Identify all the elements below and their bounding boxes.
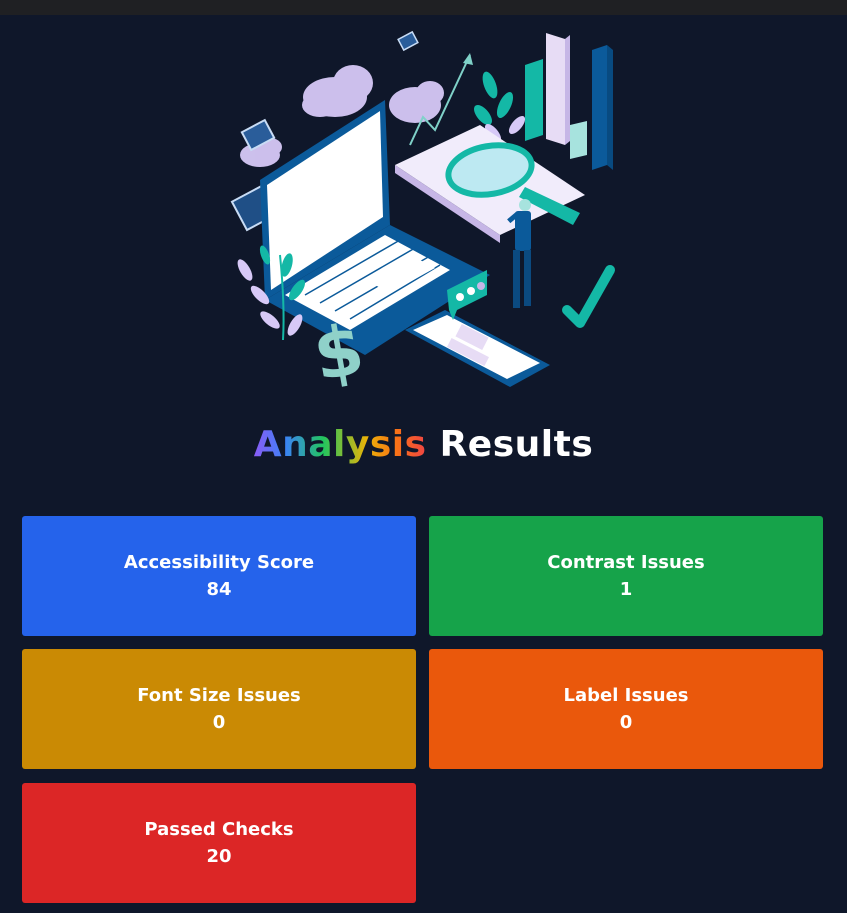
accessibility-score-label: Accessibility Score	[123, 552, 315, 573]
label-issues-card: Label Issues 0	[429, 649, 823, 769]
accessibility-score-card: Accessibility Score 84	[22, 516, 416, 636]
accessibility-score-value: 84	[206, 579, 232, 600]
contrast-issues-card: Contrast Issues 1	[429, 516, 823, 636]
font-size-issues-value: 0	[212, 712, 226, 733]
analysis-illustration-icon: $	[230, 30, 615, 397]
passed-checks-value: 20	[206, 846, 232, 867]
hero-illustration: $	[225, 25, 625, 400]
passed-checks-card: Passed Checks 20	[22, 783, 416, 903]
label-issues-value: 0	[619, 712, 633, 733]
passed-checks-label: Passed Checks	[144, 819, 294, 840]
contrast-issues-label: Contrast Issues	[547, 552, 705, 573]
page-title: Analysis Results	[0, 424, 847, 465]
font-size-issues-card: Font Size Issues 0	[22, 649, 416, 769]
page-title-rest: Results	[439, 424, 594, 465]
font-size-issues-label: Font Size Issues	[137, 685, 301, 706]
label-issues-label: Label Issues	[563, 685, 689, 706]
page-title-highlight: Analysis	[253, 424, 427, 465]
contrast-issues-value: 1	[619, 579, 633, 600]
window-top-bar	[0, 0, 847, 15]
